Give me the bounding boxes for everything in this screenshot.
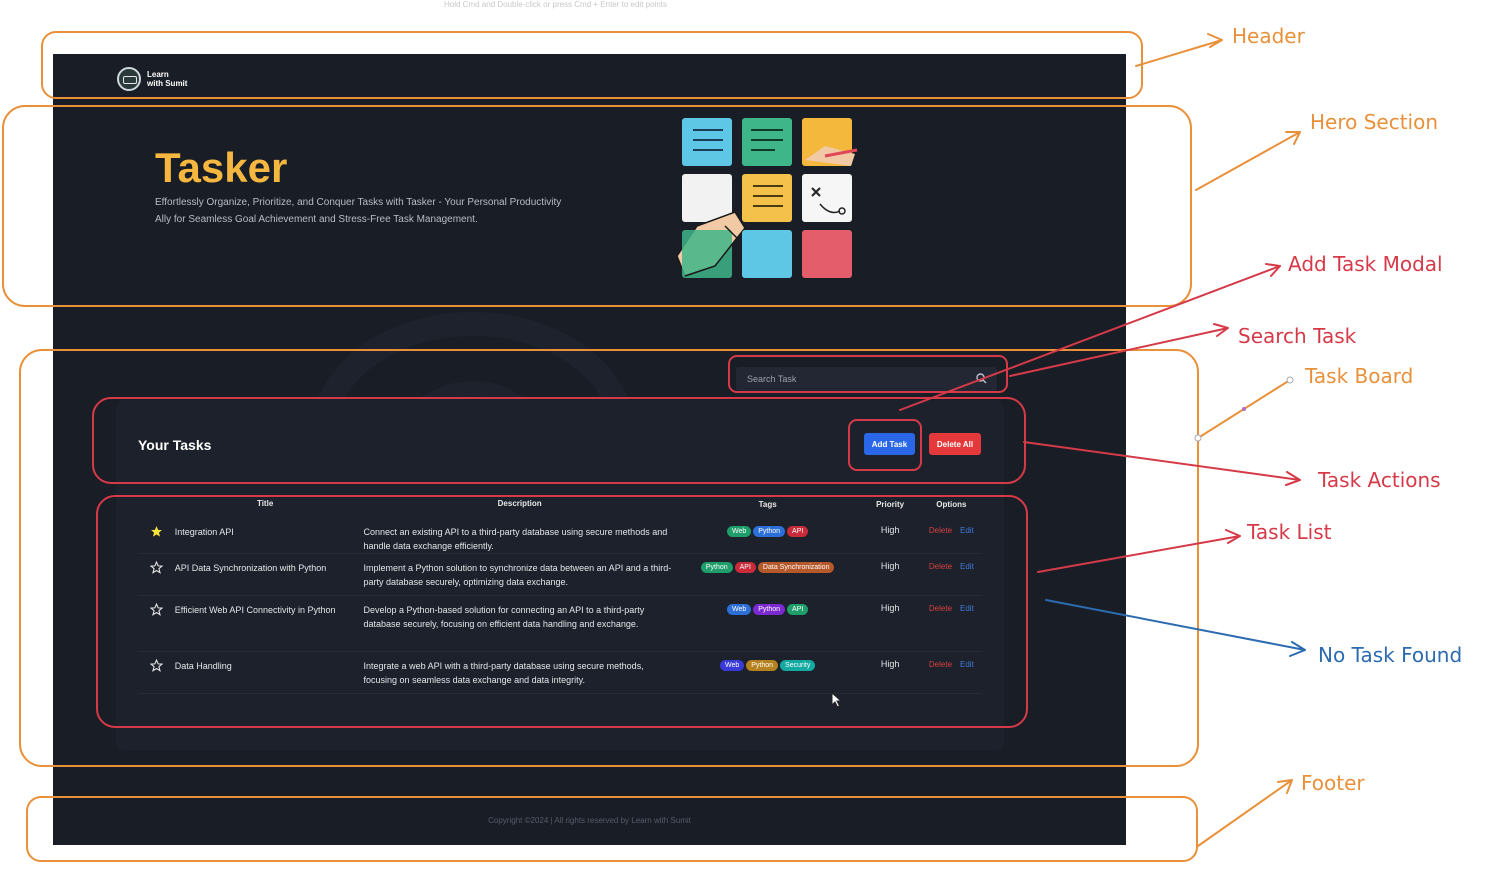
column-favorite	[138, 497, 175, 511]
tag: API	[787, 526, 809, 537]
task-description: Develop a Python-based solution for conn…	[363, 595, 676, 652]
task-tags: Python API Data Synchronization	[675, 553, 860, 596]
tag: API	[787, 604, 809, 615]
tag: Web	[719, 660, 745, 671]
task-title: API Data Synchronization with Python	[174, 553, 364, 596]
logo-line-1: Learn	[147, 70, 169, 79]
annotation-footer: Footer	[1301, 771, 1365, 795]
edit-task-link[interactable]: Edit	[960, 526, 974, 535]
delete-task-link[interactable]: Delete	[929, 604, 952, 613]
edit-task-link[interactable]: Edit	[960, 660, 974, 669]
star-filled-icon[interactable]	[150, 525, 163, 538]
favorite-cell	[138, 595, 175, 652]
star-outline-icon[interactable]	[149, 658, 164, 672]
hero-description: Effortlessly Organize, Prioritize, and C…	[155, 197, 562, 225]
sticky-notes-illustration	[676, 118, 858, 278]
task-tags: Web Python API	[675, 511, 860, 554]
annotation-task-actions: Task Actions	[1318, 468, 1441, 492]
table-row: Integration API Connect an existing API …	[138, 511, 982, 554]
task-options: Delete Edit	[920, 511, 982, 554]
task-title: Efficient Web API Connectivity in Python	[174, 595, 364, 652]
table-row: Data Handling Integrate a web API with a…	[138, 651, 982, 694]
task-priority: High	[859, 553, 921, 596]
task-options: Delete Edit	[920, 553, 982, 596]
task-description: Connect an existing API to a third-party…	[363, 511, 676, 554]
annotation-header: Header	[1232, 24, 1305, 48]
mouse-cursor-icon	[831, 692, 843, 708]
favorite-cell	[138, 651, 175, 694]
star-outline-icon[interactable]	[149, 602, 164, 616]
delete-task-link[interactable]: Delete	[929, 526, 952, 535]
tag: Data Synchronization	[757, 562, 835, 573]
column-options: Options	[936, 499, 967, 509]
column-tags: Tags	[758, 499, 777, 509]
annotation-search-task: Search Task	[1238, 324, 1357, 348]
add-task-button[interactable]: Add Task	[864, 433, 915, 455]
table-row: Efficient Web API Connectivity in Python…	[138, 595, 982, 652]
task-title: Integration API	[174, 511, 364, 554]
task-description: Implement a Python solution to synchroni…	[363, 553, 676, 596]
arrow-icon	[1197, 379, 1291, 439]
footer-copyright: Copyright ©2024 | All rights reserved by…	[488, 816, 691, 825]
tag: Python	[700, 562, 733, 573]
tag: Python	[753, 604, 786, 615]
task-tags: Web Python API	[675, 595, 860, 652]
search-icon[interactable]	[976, 373, 987, 384]
annotation-hero: Hero Section	[1310, 110, 1439, 134]
tag: API	[734, 562, 756, 573]
search-box[interactable]	[736, 367, 997, 391]
arrow-icon	[1197, 779, 1293, 847]
task-options: Delete Edit	[920, 651, 982, 694]
tag: Web	[726, 526, 752, 537]
task-table: Title Description Tags Priority Options …	[138, 497, 982, 694]
logo-text: Learn with Sumit	[147, 70, 187, 88]
favorite-cell	[138, 511, 175, 554]
edit-task-link[interactable]: Edit	[960, 562, 974, 571]
task-tags: Web Python Security	[675, 651, 860, 694]
task-board: Your Tasks Add Task Delete All Title Des…	[116, 400, 1004, 750]
star-outline-icon[interactable]	[149, 560, 164, 574]
delete-task-link[interactable]: Delete	[929, 562, 952, 571]
arrow-icon	[1135, 33, 1223, 67]
logo-icon	[117, 67, 141, 91]
column-priority: Priority	[876, 499, 905, 509]
tag: Web	[726, 604, 752, 615]
annotation-task-list: Task List	[1247, 520, 1332, 544]
logo-line-2: with Sumit	[147, 79, 188, 88]
annotation-no-task-found: No Task Found	[1318, 643, 1463, 667]
task-priority: High	[859, 651, 921, 694]
task-options: Delete Edit	[920, 595, 982, 652]
column-title: Title	[256, 499, 274, 508]
board-title: Your Tasks	[138, 437, 212, 453]
arrow-icon	[1195, 131, 1301, 191]
logo[interactable]: Learn with Sumit	[117, 67, 187, 91]
hero-title: Tasker	[155, 144, 288, 191]
annotation-add-task-modal: Add Task Modal	[1288, 252, 1443, 276]
delete-all-button[interactable]: Delete All	[929, 433, 981, 455]
table-row: API Data Synchronization with Python Imp…	[138, 553, 982, 596]
task-priority: High	[859, 595, 921, 652]
tag: Python	[746, 660, 779, 671]
tag: Python	[753, 526, 786, 537]
edit-task-link[interactable]: Edit	[960, 604, 974, 613]
task-description: Integrate a web API with a third-party d…	[363, 651, 676, 694]
annotation-task-board: Task Board	[1305, 364, 1414, 388]
editor-hint: Hold Cmd and Double-click or press Cmd +…	[444, 0, 667, 9]
task-title: Data Handling	[174, 651, 364, 694]
delete-task-link[interactable]: Delete	[929, 660, 952, 669]
column-description: Description	[497, 499, 542, 508]
favorite-cell	[138, 553, 175, 596]
tag: Security	[780, 660, 816, 671]
task-priority: High	[859, 511, 921, 554]
search-input[interactable]	[736, 367, 967, 391]
app-window: Learn with Sumit Tasker Effortlessly Org…	[53, 54, 1126, 845]
